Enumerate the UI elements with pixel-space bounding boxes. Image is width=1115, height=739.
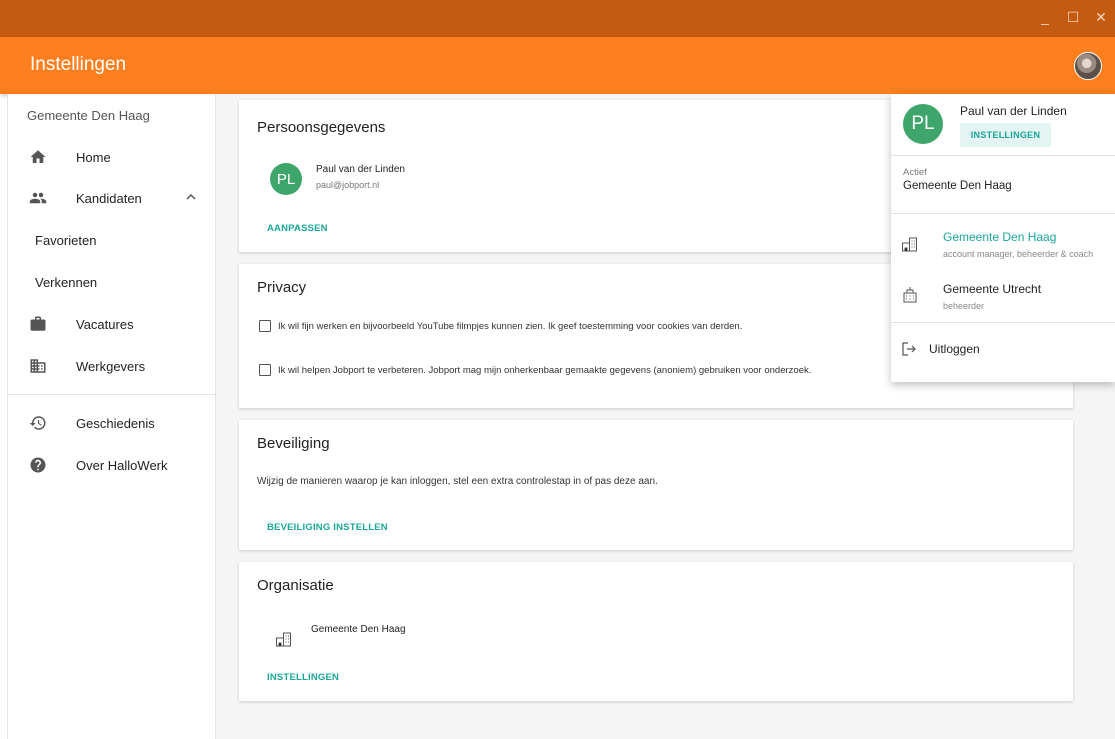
building-icon <box>28 356 48 376</box>
user-name: Paul van der Linden <box>316 164 405 175</box>
menu-divider <box>891 322 1115 323</box>
menu-divider <box>891 213 1115 214</box>
window-controls: _ ☐ ✕ <box>1037 8 1109 26</box>
card-beveiliging: Beveiliging Wijzig de manieren waarop je… <box>239 420 1073 550</box>
research-checkbox[interactable] <box>259 364 271 376</box>
sidebar-item-favorieten[interactable]: Favorieten <box>8 220 216 260</box>
logout-item[interactable]: Uitloggen <box>891 330 1115 366</box>
org-item-den-haag[interactable]: Gemeente Den Haag account manager, behee… <box>891 220 1115 268</box>
minimize-button[interactable]: _ <box>1037 8 1053 26</box>
security-settings-button[interactable]: BEVEILIGING INSTELLEN <box>267 522 388 533</box>
sidebar-item-label: Vacatures <box>76 316 134 332</box>
sidebar-item-label: Geschiedenis <box>76 415 155 431</box>
window-titlebar: _ ☐ ✕ <box>0 0 1115 37</box>
sidebar-item-kandidaten[interactable]: Kandidaten <box>8 178 216 218</box>
page-title: Instellingen <box>30 54 127 75</box>
history-icon <box>28 413 48 433</box>
people-icon <box>28 188 48 208</box>
briefcase-icon <box>28 314 48 334</box>
active-label: Actief <box>903 167 927 178</box>
home-icon <box>28 147 48 167</box>
account-name: Paul van der Linden <box>960 104 1067 118</box>
city-hall-icon <box>901 286 919 304</box>
org-item-utrecht[interactable]: Gemeente Utrecht beheerder <box>891 272 1115 320</box>
sidebar-item-label: Kandidaten <box>76 190 142 206</box>
cookies-checkbox[interactable] <box>259 320 271 332</box>
account-menu: PL Paul van der Linden INSTELLINGEN Acti… <box>891 94 1115 382</box>
org-roles: beheerder <box>943 301 985 311</box>
user-avatar-button[interactable] <box>1074 52 1102 80</box>
logout-icon <box>901 341 919 359</box>
user-email: paul@jobport.nl <box>316 180 380 190</box>
app-bar: Instellingen <box>0 37 1115 94</box>
org-roles: account manager, beheerder & coach <box>943 249 1094 259</box>
building-icon <box>901 235 919 253</box>
sidebar: Gemeente Den Haag Home Kandidaten Favori… <box>7 94 216 739</box>
card-title: Beveiliging <box>257 435 330 452</box>
security-description: Wijzig de manieren waarop je kan inlogge… <box>257 476 658 487</box>
account-settings-button[interactable]: INSTELLINGEN <box>960 123 1051 147</box>
sidebar-item-label: Home <box>76 149 111 165</box>
sidebar-item-label: Werkgevers <box>76 358 146 374</box>
card-organisatie: Organisatie Gemeente Den Haag INSTELLING… <box>239 562 1073 701</box>
sidebar-item-label: Verkennen <box>35 274 98 290</box>
sidebar-item-label: Favorieten <box>35 232 97 248</box>
card-title: Persoonsgegevens <box>257 119 386 136</box>
chevron-up-icon <box>185 191 197 205</box>
close-button[interactable]: ✕ <box>1093 8 1109 26</box>
research-option-label: Ik wil helpen Jobport te verbeteren. Job… <box>278 365 812 376</box>
sidebar-item-home[interactable]: Home <box>8 137 216 177</box>
logout-label: Uitloggen <box>929 342 980 356</box>
edit-button[interactable]: AANPASSEN <box>267 223 328 234</box>
building-icon <box>275 630 293 653</box>
sidebar-divider <box>8 394 216 395</box>
card-title: Organisatie <box>257 577 334 594</box>
help-icon <box>28 455 48 475</box>
card-title: Privacy <box>257 279 307 296</box>
cookies-option-label: Ik wil fijn werken en bijvoorbeeld YouTu… <box>278 321 743 332</box>
sidebar-item-label: Over HalloWerk <box>76 457 168 473</box>
organisation-name: Gemeente Den Haag <box>311 624 406 635</box>
sidebar-item-geschiedenis[interactable]: Geschiedenis <box>8 403 216 443</box>
sidebar-item-verkennen[interactable]: Verkennen <box>8 262 216 302</box>
organisation-settings-button[interactable]: INSTELLINGEN <box>267 672 339 683</box>
sidebar-item-werkgevers[interactable]: Werkgevers <box>8 346 216 386</box>
sidebar-item-over-hallowerk[interactable]: Over HalloWerk <box>8 445 216 485</box>
sidebar-item-vacatures[interactable]: Vacatures <box>8 304 216 344</box>
org-name: Gemeente Utrecht <box>943 282 1042 296</box>
active-org: Gemeente Den Haag <box>903 180 1012 192</box>
maximize-button[interactable]: ☐ <box>1065 8 1081 26</box>
avatar: PL <box>270 163 302 195</box>
menu-divider <box>891 155 1115 156</box>
sidebar-org-name: Gemeente Den Haag <box>27 108 150 123</box>
org-name: Gemeente Den Haag <box>943 230 1057 244</box>
avatar: PL <box>903 104 943 144</box>
